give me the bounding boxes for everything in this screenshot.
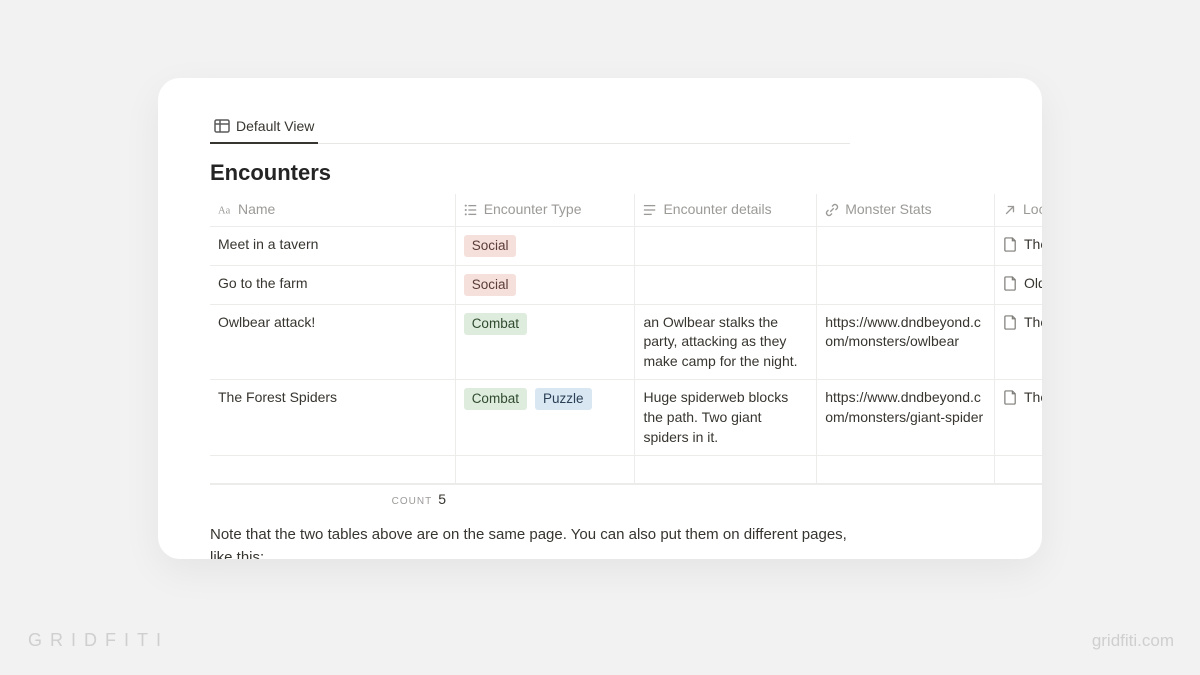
text-lines-icon (643, 203, 657, 217)
tag: Social (464, 235, 517, 257)
cell-details[interactable] (635, 266, 817, 304)
tag: Combat (464, 388, 527, 410)
cell-location[interactable]: The (995, 380, 1042, 455)
table-title: Encounters (210, 160, 1042, 186)
text-property-icon (218, 203, 232, 217)
page-icon (1003, 315, 1018, 330)
cell-details[interactable]: Huge spiderweb blocks the path. Two gian… (635, 380, 817, 455)
tag: Combat (464, 313, 527, 335)
table-row[interactable]: The Forest Spiders Combat Puzzle Huge spide… (210, 380, 1042, 456)
cell-monster-stats[interactable] (817, 266, 995, 304)
location-chip[interactable]: The (1003, 235, 1042, 255)
table-icon (214, 118, 230, 134)
url-property-icon (825, 203, 839, 217)
view-tabs: Default View (210, 114, 850, 144)
page-icon (1003, 390, 1018, 405)
count-label: COUNT (392, 496, 433, 507)
table-header-row: Name Encounter Type Encounter details (210, 194, 1042, 227)
page-icon (1003, 276, 1018, 291)
cell-name[interactable]: Go to the farm (210, 266, 456, 304)
table-row[interactable]: Meet in a tavern Social The (210, 227, 1042, 266)
page-card: Default View Encounters Name Encounter T… (158, 78, 1042, 559)
col-header-name[interactable]: Name (210, 194, 456, 226)
tab-default-view[interactable]: Default View (210, 118, 318, 144)
watermark-right: gridfiti.com (1092, 631, 1174, 651)
tag: Puzzle (535, 388, 592, 410)
col-header-stats[interactable]: Monster Stats (817, 194, 995, 226)
table-footer: COUNT 5 (210, 484, 1042, 512)
location-chip[interactable]: The (1003, 313, 1042, 333)
relation-property-icon (1003, 203, 1017, 217)
location-chip[interactable]: Old Farm (1003, 274, 1042, 294)
cell-details[interactable]: an Owlbear stalks the party, attacking a… (635, 305, 817, 380)
cell-name[interactable]: Owlbear attack! (210, 305, 456, 380)
table-row[interactable]: Go to the farm Social Old Farm (210, 266, 1042, 305)
table-empty-row[interactable] (210, 456, 1042, 484)
cell-encounter-type[interactable]: Social (456, 227, 636, 265)
col-header-details[interactable]: Encounter details (635, 194, 817, 226)
cell-location[interactable]: The (995, 305, 1042, 380)
cell-monster-stats[interactable]: https://www.dndbeyond.com/monsters/giant… (817, 380, 995, 455)
cell-monster-stats[interactable] (817, 227, 995, 265)
col-header-location[interactable]: Loc (995, 194, 1042, 226)
encounters-table: Name Encounter Type Encounter details (210, 194, 1042, 484)
body-paragraph: Note that the two tables above are on th… (210, 524, 850, 559)
cell-location[interactable]: The (995, 227, 1042, 265)
cell-encounter-type[interactable]: Combat (456, 305, 636, 380)
cell-name[interactable]: The Forest Spiders (210, 380, 456, 455)
cell-monster-stats[interactable]: https://www.dndbeyond.com/monsters/owlbe… (817, 305, 995, 380)
col-header-type[interactable]: Encounter Type (456, 194, 636, 226)
tag: Social (464, 274, 517, 296)
cell-details[interactable] (635, 227, 817, 265)
cell-location[interactable]: Old Farm (995, 266, 1042, 304)
cell-encounter-type[interactable]: Social (456, 266, 636, 304)
cell-encounter-type[interactable]: Combat Puzzle (456, 380, 636, 455)
location-chip[interactable]: The (1003, 388, 1042, 408)
multiselect-property-icon (464, 203, 478, 217)
page-icon (1003, 237, 1018, 252)
tab-label: Default View (236, 118, 314, 134)
watermark-left: GRIDFITI (28, 630, 169, 651)
cell-name[interactable]: Meet in a tavern (210, 227, 456, 265)
count-value: 5 (438, 491, 446, 507)
table-row[interactable]: Owlbear attack! Combat an Owlbear stalks t… (210, 305, 1042, 381)
